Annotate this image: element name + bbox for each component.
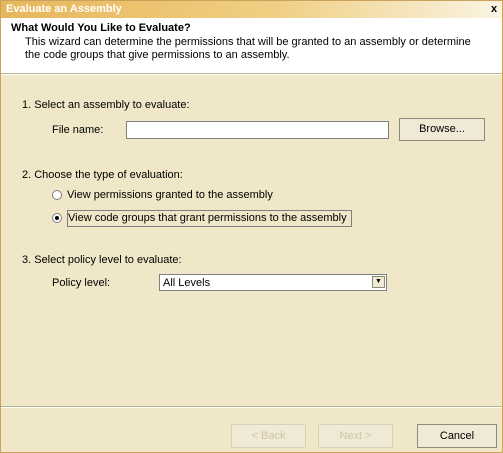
- file-name-field[interactable]: [126, 121, 389, 139]
- back-button[interactable]: < Back: [231, 424, 306, 448]
- next-button[interactable]: Next >: [318, 424, 393, 448]
- radio-view-code-groups[interactable]: View code groups that grant permissions …: [52, 209, 352, 227]
- step2-heading: 2. Choose the type of evaluation:: [22, 169, 183, 181]
- radio-label: View permissions granted to the assembly: [67, 189, 273, 201]
- policy-level-value: All Levels: [163, 277, 211, 289]
- step3-heading: 3. Select policy level to evaluate:: [22, 254, 182, 266]
- file-name-label: File name:: [52, 124, 104, 136]
- browse-button[interactable]: Browse...: [399, 118, 485, 141]
- cancel-button[interactable]: Cancel: [417, 424, 497, 448]
- policy-level-dropdown[interactable]: All Levels ▼: [159, 274, 387, 291]
- policy-level-label: Policy level:: [52, 277, 111, 289]
- header-title: What Would You Like to Evaluate?: [11, 22, 191, 34]
- window-title: Evaluate an Assembly: [6, 3, 122, 15]
- radio-button[interactable]: [52, 213, 62, 223]
- step1-heading: 1. Select an assembly to evaluate:: [22, 99, 190, 111]
- wizard-header: What Would You Like to Evaluate? This wi…: [1, 18, 502, 73]
- evaluate-assembly-dialog: Evaluate an Assembly x What Would You Li…: [0, 0, 503, 453]
- radio-view-permissions[interactable]: View permissions granted to the assembly: [52, 187, 273, 203]
- header-description: This wizard can determine the permission…: [25, 36, 471, 61]
- footer-divider: [1, 406, 502, 408]
- header-divider: [1, 73, 502, 75]
- title-bar[interactable]: Evaluate an Assembly x: [1, 1, 502, 18]
- chevron-down-icon[interactable]: ▼: [372, 276, 385, 288]
- close-icon[interactable]: x: [488, 2, 500, 16]
- radio-button[interactable]: [52, 190, 62, 200]
- radio-label: View code groups that grant permissions …: [67, 209, 352, 227]
